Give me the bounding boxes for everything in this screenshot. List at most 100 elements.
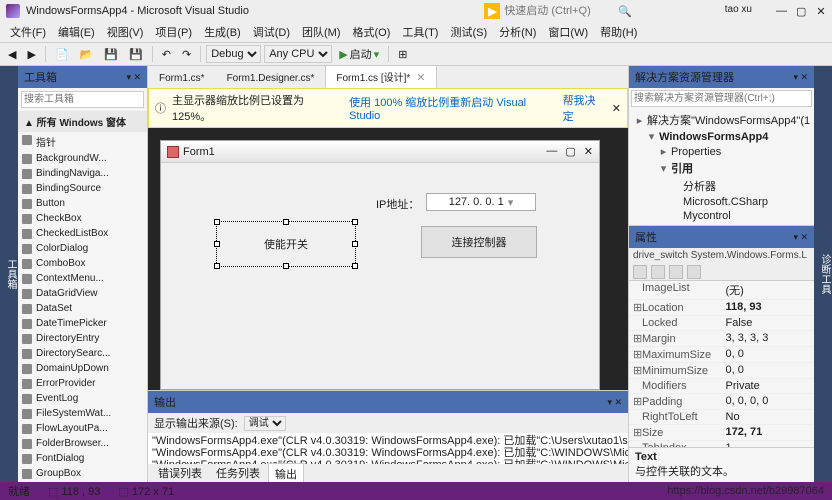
toolbox-item[interactable]: GroupBox [18, 466, 147, 481]
toolbox-item[interactable]: DirectoryEntry [18, 331, 147, 346]
menu-item[interactable]: 工具(T) [396, 22, 444, 42]
tree-node[interactable]: ▸ 解决方案"WindowsFormsApp4"(1 [631, 111, 812, 129]
property-row[interactable]: ⊞MaximumSize0, 0 [629, 347, 814, 363]
nav-fwd-icon[interactable]: ▶ [23, 46, 39, 63]
toolbox-item[interactable]: Button [18, 196, 147, 211]
config-select[interactable]: Debug [206, 45, 261, 63]
toolbox-item[interactable]: DirectorySearc... [18, 346, 147, 361]
menu-item[interactable]: 分析(N) [493, 22, 542, 42]
menu-item[interactable]: 帮助(H) [594, 22, 643, 42]
infobar-help-link[interactable]: 帮我决定 [563, 92, 606, 124]
alpha-icon[interactable] [651, 265, 665, 279]
pin-icon[interactable]: ▾ ✕ [793, 232, 808, 243]
save-icon[interactable]: 💾 [100, 46, 122, 63]
solution-search[interactable] [631, 90, 812, 107]
drive-switch-control[interactable]: 使能开关 [216, 221, 356, 267]
notification-flag-icon[interactable]: ▶ [484, 3, 500, 19]
property-row[interactable]: RightToLeftNo [629, 410, 814, 425]
pin-icon[interactable]: ▾ ✕ [793, 72, 808, 83]
open-icon[interactable]: 📂 [76, 46, 98, 63]
menu-item[interactable]: 团队(M) [296, 22, 347, 42]
document-tab[interactable]: Form1.cs [设计]*✕ [325, 65, 436, 88]
infobar-close-icon[interactable]: ✕ [612, 102, 621, 115]
quick-launch-input[interactable] [504, 5, 614, 17]
toolbox-item[interactable]: ErrorProvider [18, 376, 147, 391]
form1[interactable]: Form1 —▢✕ IP地址： 127. 0. 0. 1▾ 连接控制器 使能开关 [160, 140, 600, 390]
toolbox-item[interactable]: DataSet [18, 301, 147, 316]
events-icon[interactable] [687, 265, 701, 279]
property-row[interactable]: LockedFalse [629, 316, 814, 331]
maximize-icon[interactable]: ▢ [796, 5, 806, 18]
platform-select[interactable]: Any CPU [264, 45, 332, 63]
menu-item[interactable]: 项目(P) [149, 22, 198, 42]
toolbox-item[interactable]: EventLog [18, 391, 147, 406]
undo-icon[interactable]: ↶ [158, 46, 175, 63]
tree-node[interactable]: 分析器 [631, 177, 812, 195]
close-icon[interactable]: ✕ [816, 5, 826, 18]
start-debug-button[interactable]: ▶ 启动 ▾ [335, 44, 383, 64]
toolbox-item[interactable]: BackgroundW... [18, 151, 147, 166]
tree-node[interactable]: ▾ 引用 [631, 159, 812, 177]
categorize-icon[interactable] [633, 265, 647, 279]
toolbox-item[interactable]: DateTimePicker [18, 316, 147, 331]
toolbox-category[interactable]: ▲ 所有 Windows 窗体 [18, 111, 147, 132]
toolbox-item[interactable]: FontDialog [18, 451, 147, 466]
toolbox-item[interactable]: FileSystemWat... [18, 406, 147, 421]
ip-input[interactable]: 127. 0. 0. 1▾ [426, 193, 536, 211]
pin-icon[interactable]: ▾ ✕ [607, 397, 622, 408]
right-rail[interactable]: 诊断工具 [814, 66, 832, 482]
toolbox-item[interactable]: CheckedListBox [18, 226, 147, 241]
menu-item[interactable]: 生成(B) [198, 22, 247, 42]
tab-output[interactable]: 输出 [268, 463, 304, 484]
tree-node[interactable]: ▾ WindowsFormsApp4 [631, 129, 812, 144]
toolbox-item[interactable]: BindingNaviga... [18, 166, 147, 181]
property-row[interactable]: ⊞MinimumSize0, 0 [629, 363, 814, 379]
signed-in-user[interactable]: tao xu [725, 4, 752, 15]
toolbox-item[interactable]: 指针 [18, 132, 147, 151]
document-tab[interactable]: Form1.Designer.cs* [216, 69, 326, 88]
properties-object[interactable]: drive_switch System.Windows.Forms.L [629, 248, 814, 263]
property-row[interactable]: ⊞Location118, 93 [629, 300, 814, 316]
toolbox-item[interactable]: ComboBox [18, 256, 147, 271]
tree-node[interactable]: Mycontrol [631, 209, 812, 223]
ip-label[interactable]: IP地址： [376, 196, 419, 212]
property-row[interactable]: ImageList(无) [629, 281, 814, 300]
toolbox-item[interactable]: FlowLayoutPa... [18, 421, 147, 436]
toolbox-item[interactable]: ContextMenu... [18, 271, 147, 286]
property-row[interactable]: ⊞Margin3, 3, 3, 3 [629, 331, 814, 347]
menu-item[interactable]: 编辑(E) [52, 22, 101, 42]
props-icon[interactable] [669, 265, 683, 279]
nav-back-icon[interactable]: ◀ [4, 46, 20, 63]
new-project-icon[interactable]: 📄 [51, 46, 73, 63]
align-icon[interactable]: ⊞ [394, 46, 411, 63]
output-source-select[interactable]: 调试 [244, 416, 286, 431]
quick-launch[interactable]: ▶ 🔍 [484, 0, 632, 22]
form-designer[interactable]: Form1 —▢✕ IP地址： 127. 0. 0. 1▾ 连接控制器 使能开关 [148, 128, 628, 390]
tab-errorlist[interactable]: 错误列表 [152, 463, 208, 483]
toolbox-search[interactable] [21, 91, 144, 108]
menu-item[interactable]: 调试(D) [247, 22, 296, 42]
menu-item[interactable]: 文件(F) [4, 22, 52, 42]
property-row[interactable]: ⊞Padding0, 0, 0, 0 [629, 394, 814, 410]
property-row[interactable]: ⊞Size172, 71 [629, 425, 814, 441]
search-icon[interactable]: 🔍 [618, 5, 632, 18]
menu-item[interactable]: 测试(S) [444, 22, 493, 42]
menu-item[interactable]: 视图(V) [101, 22, 150, 42]
toolbox-item[interactable]: DomainUpDown [18, 361, 147, 376]
pin-icon[interactable]: ▾ ✕ [126, 72, 141, 83]
infobar-restart-link[interactable]: 使用 100% 缩放比例重新启动 Visual Studio [349, 94, 557, 122]
tab-tasks[interactable]: 任务列表 [210, 463, 266, 483]
tree-node[interactable]: ▸ Properties [631, 144, 812, 159]
minimize-icon[interactable]: — [776, 5, 786, 18]
toolbox-item[interactable]: FolderBrowser... [18, 436, 147, 451]
property-row[interactable]: ModifiersPrivate [629, 379, 814, 394]
solution-tree[interactable]: ▸ 解决方案"WindowsFormsApp4"(1▾ WindowsForms… [629, 109, 814, 225]
tree-node[interactable]: Microsoft.CSharp [631, 195, 812, 209]
toolbox-item[interactable]: DataGridView [18, 286, 147, 301]
output-body[interactable]: "WindowsFormsApp4.exe"(CLR v4.0.30319: W… [148, 433, 628, 464]
toolbox-item[interactable]: CheckBox [18, 211, 147, 226]
toolbox-item[interactable]: BindingSource [18, 181, 147, 196]
menu-item[interactable]: 窗口(W) [542, 22, 594, 42]
toolbox-item[interactable]: ColorDialog [18, 241, 147, 256]
redo-icon[interactable]: ↷ [178, 46, 195, 63]
